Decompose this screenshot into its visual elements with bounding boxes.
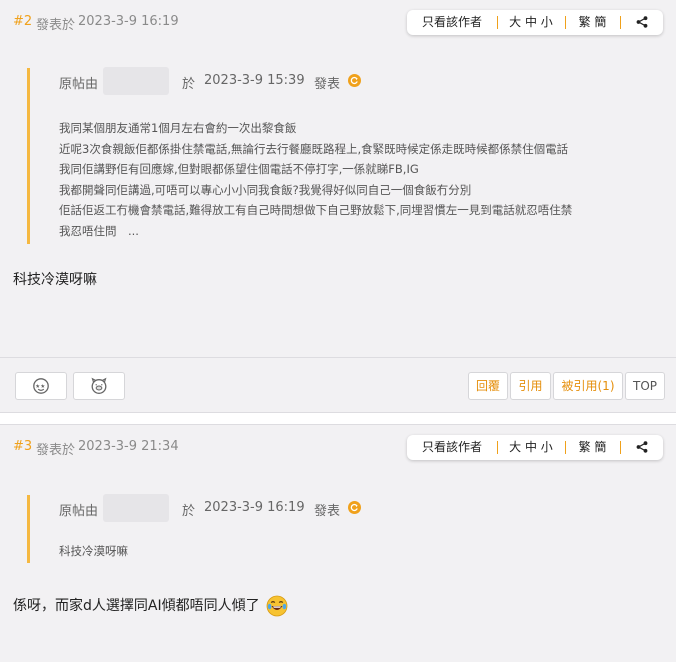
font-size-button[interactable]: 大 中 小 [497, 10, 565, 35]
post-3: #3 發表於 2023-3-9 21:34 只看該作者 大 中 小 繁 簡 原帖… [0, 424, 676, 662]
quote-at-label: 於 [182, 504, 196, 519]
posted-label: 發表於 [36, 18, 76, 33]
quote-time: 2023-3-9 15:39 [204, 73, 305, 88]
trad-simp-button[interactable]: 繁 簡 [565, 435, 620, 460]
quote-line: 佢話佢返工冇機會禁電話,難得放工有自己時間想做下自己野放鬆下,同埋習慣左一見到電… [59, 203, 573, 217]
reply-button[interactable]: 回覆 [468, 372, 508, 400]
post-content: 係呀，而家d人選擇同AI傾都唔同人傾了 [13, 595, 288, 617]
pig-reaction-button[interactable] [73, 372, 125, 400]
quote-posted-label: 發表 [314, 77, 341, 92]
redacted-username [103, 67, 169, 95]
top-button[interactable]: TOP [625, 372, 665, 400]
quote-body: 科技冷漠呀嘛 [59, 541, 659, 562]
emoji-reaction-button[interactable] [15, 372, 67, 400]
post-content: 科技冷漠呀嘛 [13, 272, 97, 288]
quote-block: 原帖由 於 2023-3-9 16:19 發表 科技冷漠呀嘛 [27, 494, 660, 563]
posted-time: 2023-3-9 16:19 [78, 14, 179, 29]
quoted-by-button[interactable]: 被引用(1) [553, 372, 623, 400]
post-header: #3 發表於 2023-3-9 21:34 只看該作者 大 中 小 繁 簡 [0, 425, 676, 469]
quote-body: 我同某個朋友通常1個月左右會約一次出黎食飯 近呢3次食親飯佢都係掛住禁電話,無論… [59, 118, 659, 241]
quote-time: 2023-3-9 16:19 [204, 500, 305, 515]
quote-posted-label: 發表 [314, 504, 341, 519]
post-divider [0, 357, 676, 358]
quote-from-label: 原帖由 [59, 77, 99, 92]
pig-face-icon [91, 377, 107, 394]
quote-button[interactable]: 引用 [510, 372, 551, 400]
quote-at-label: 於 [182, 77, 196, 92]
quote-line: 我同佢講野佢有回應嫁,但對眼都係望住個電話不停打字,一係就睇FB,IG [59, 162, 419, 176]
quote-line: 科技冷漠呀嘛 [59, 544, 128, 558]
post-toolbar: 只看該作者 大 中 小 繁 簡 [407, 435, 663, 460]
post-toolbar: 只看該作者 大 中 小 繁 簡 [407, 10, 663, 35]
quote-line[interactable]: 我忍唔住問 ... [59, 221, 659, 242]
trad-simp-button[interactable]: 繁 簡 [565, 10, 620, 35]
share-icon [636, 16, 647, 28]
quote-block: 原帖由 於 2023-3-9 15:39 發表 我同某個朋友通常1個月左右會約一… [27, 67, 660, 244]
quote-line: 我同某個朋友通常1個月左右會約一次出黎食飯 [59, 121, 297, 135]
floor-number[interactable]: #2 [13, 14, 32, 29]
emoji-face-icon [33, 378, 49, 394]
floor-number[interactable]: #3 [13, 439, 32, 454]
jump-to-post-icon[interactable] [348, 501, 361, 514]
author-only-button[interactable]: 只看該作者 [407, 435, 497, 460]
share-icon [636, 441, 647, 453]
share-button[interactable] [620, 10, 663, 35]
quote-from-label: 原帖由 [59, 504, 99, 519]
quote-header: 原帖由 於 2023-3-9 16:19 發表 [59, 494, 659, 522]
posted-time: 2023-3-9 21:34 [78, 439, 179, 454]
jump-to-post-icon[interactable] [348, 74, 361, 87]
redacted-username [103, 494, 169, 522]
post-content-text: 係呀，而家d人選擇同AI傾都唔同人傾了 [13, 598, 260, 614]
posted-label: 發表於 [36, 443, 76, 458]
share-button[interactable] [620, 435, 663, 460]
post-2: #2 發表於 2023-3-9 16:19 只看該作者 大 中 小 繁 簡 原帖… [0, 0, 676, 413]
quote-line: 我都開聲同佢講過,可唔可以專心小小同我食飯?我覺得好似同自己一個食飯冇分別 [59, 182, 472, 197]
post-header: #2 發表於 2023-3-9 16:19 只看該作者 大 中 小 繁 簡 [0, 0, 676, 44]
quote-header: 原帖由 於 2023-3-9 15:39 發表 [59, 67, 659, 95]
author-only-button[interactable]: 只看該作者 [407, 10, 497, 35]
laughing-tears-emoji-icon [266, 595, 288, 617]
font-size-button[interactable]: 大 中 小 [497, 435, 565, 460]
quote-line: 近呢3次食親飯佢都係掛住禁電話,無論行去行餐廳既路程上,食緊既時候定係走既時候都… [59, 141, 569, 156]
